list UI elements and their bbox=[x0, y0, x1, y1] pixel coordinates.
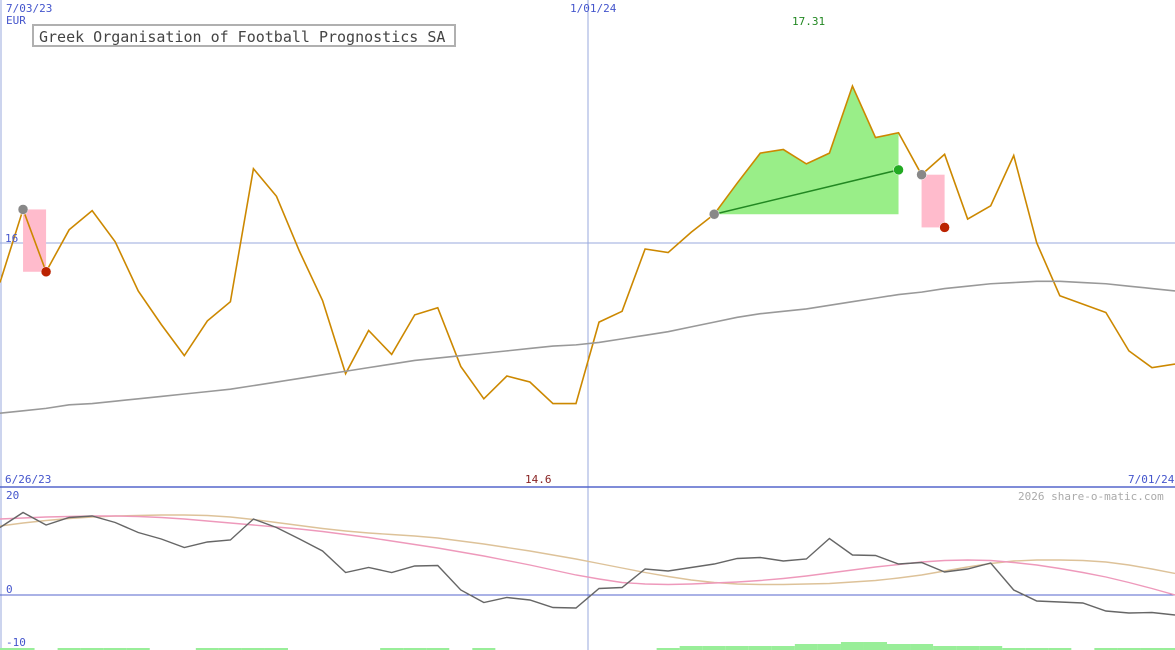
volume-bar bbox=[771, 646, 795, 650]
volume-bar bbox=[933, 646, 957, 650]
volume-bar bbox=[702, 646, 726, 650]
osc-tick-20: 20 bbox=[6, 489, 19, 502]
min-price-label: 14.6 bbox=[525, 473, 552, 486]
volume-bar bbox=[910, 644, 934, 650]
gain-trade-area bbox=[714, 86, 899, 215]
trade-marker-entry bbox=[916, 169, 927, 180]
trade-marker-exit-gain bbox=[893, 164, 904, 176]
trade-marker-exit-loss bbox=[939, 222, 950, 233]
period-start-label: 6/26/23 bbox=[5, 473, 51, 486]
volume-bar bbox=[794, 644, 818, 650]
max-price-label: 17.31 bbox=[792, 15, 825, 28]
osc-tick-minus10: -10 bbox=[6, 636, 26, 649]
volume-bar bbox=[817, 644, 841, 650]
trade-marker-exit-loss bbox=[40, 266, 52, 278]
volume-bar bbox=[863, 642, 888, 650]
mid-date-label: 1/01/24 bbox=[570, 2, 617, 15]
osc-tick-0: 0 bbox=[6, 583, 13, 596]
volume-bar bbox=[679, 646, 703, 650]
chart-title: Greek Organisation of Football Prognosti… bbox=[39, 28, 446, 46]
volume-bar bbox=[979, 646, 1003, 650]
volume-bar bbox=[725, 646, 749, 650]
period-end-label: 7/01/24 bbox=[1128, 473, 1175, 486]
volume-bar bbox=[956, 646, 980, 650]
trade-marker-entry bbox=[708, 208, 720, 220]
volume-bar bbox=[840, 642, 864, 650]
trade-marker-entry bbox=[17, 204, 29, 215]
watermark: 2026 share-o-matic.com bbox=[1018, 490, 1164, 503]
stock-chart: 7/03/23 EUR 1/01/24 17.31 16 6/26/23 14.… bbox=[0, 0, 1175, 650]
volume-bar bbox=[748, 646, 772, 650]
reference-price-label: 16 bbox=[5, 232, 18, 245]
volume-bar bbox=[887, 644, 911, 650]
currency-label: EUR bbox=[6, 14, 26, 27]
price-panel bbox=[0, 0, 1175, 650]
loss-trade-area bbox=[921, 174, 945, 228]
chart-title-box: Greek Organisation of Football Prognosti… bbox=[32, 24, 456, 47]
